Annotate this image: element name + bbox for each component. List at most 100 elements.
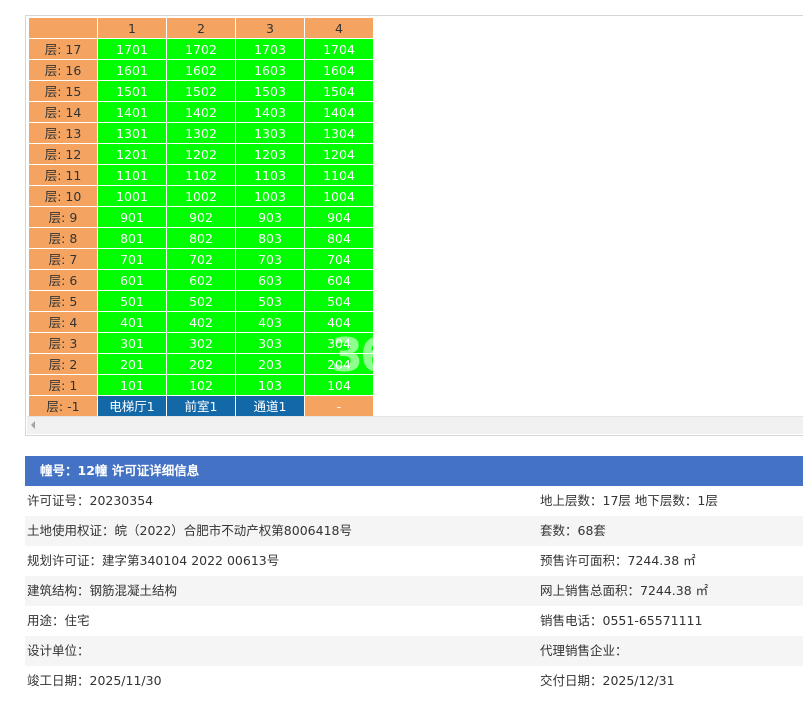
unit-cell[interactable]: 104 — [304, 374, 374, 396]
column-header — [28, 17, 98, 39]
unit-cell[interactable]: 604 — [304, 269, 374, 291]
unit-cell[interactable]: 303 — [235, 332, 305, 354]
unit-cell[interactable]: 203 — [235, 353, 305, 375]
unit-cell[interactable]: 1101 — [97, 164, 167, 186]
unit-cell[interactable]: 1703 — [235, 38, 305, 60]
unit-cell[interactable]: 1103 — [235, 164, 305, 186]
facility-cell[interactable]: 前室1 — [166, 395, 236, 417]
permit-info-row: 许可证号：20230354 地上层数：17层 地下层数：1层 — [25, 486, 803, 516]
unit-cell[interactable]: 401 — [97, 311, 167, 333]
permit-field-right: 代理销售企业： — [540, 643, 628, 658]
unit-cell[interactable]: 1102 — [166, 164, 236, 186]
floor-row: 层: 7 701 702 703 704 — [28, 248, 374, 270]
unit-cell[interactable]: 1301 — [97, 122, 167, 144]
floor-label: 层: 9 — [28, 206, 98, 228]
unit-cell[interactable]: 301 — [97, 332, 167, 354]
unit-cell[interactable]: 802 — [166, 227, 236, 249]
unit-cell[interactable]: 1501 — [97, 80, 167, 102]
facility-cell[interactable]: 通道1 — [235, 395, 305, 417]
column-header: 3 — [235, 17, 305, 39]
unit-cell[interactable]: 1702 — [166, 38, 236, 60]
unit-cell[interactable]: 1201 — [97, 143, 167, 165]
unit-cell[interactable]: 704 — [304, 248, 374, 270]
unit-cell[interactable]: 1403 — [235, 101, 305, 123]
building-table-frame: 1 2 3 4 层: 17 1701 1702 1703 1704 层: 16 1601 1602 16… — [25, 15, 803, 436]
unit-cell[interactable]: 502 — [166, 290, 236, 312]
floor-label: 层: -1 — [28, 395, 98, 417]
unit-cell[interactable]: 1601 — [97, 59, 167, 81]
floor-label: 层: 6 — [28, 269, 98, 291]
unit-cell[interactable]: 304 — [304, 332, 374, 354]
unit-cell[interactable]: 102 — [166, 374, 236, 396]
unit-cell[interactable]: 1402 — [166, 101, 236, 123]
unit-cell[interactable]: 1502 — [166, 80, 236, 102]
unit-cell[interactable]: 1603 — [235, 59, 305, 81]
unit-cell[interactable]: 201 — [97, 353, 167, 375]
unit-cell[interactable]: 603 — [235, 269, 305, 291]
horizontal-scrollbar[interactable] — [27, 416, 803, 434]
unit-cell[interactable]: 903 — [235, 206, 305, 228]
unit-cell[interactable]: 1401 — [97, 101, 167, 123]
unit-cell[interactable]: 1504 — [304, 80, 374, 102]
unit-cell[interactable]: 402 — [166, 311, 236, 333]
floor-row: 层: 5 501 502 503 504 — [28, 290, 374, 312]
unit-cell[interactable]: 504 — [304, 290, 374, 312]
unit-cell[interactable]: 1503 — [235, 80, 305, 102]
floor-label: 层: 13 — [28, 122, 98, 144]
scroll-left-arrow-icon[interactable] — [31, 421, 35, 429]
unit-cell[interactable]: 1604 — [304, 59, 374, 81]
unit-cell[interactable]: 501 — [97, 290, 167, 312]
unit-cell[interactable]: 1302 — [166, 122, 236, 144]
permit-rows: 许可证号：20230354 地上层数：17层 地下层数：1层 土地使用权证：皖（20… — [25, 486, 803, 696]
unit-cell[interactable]: 803 — [235, 227, 305, 249]
floor-row: 层: 9 901 902 903 904 — [28, 206, 374, 228]
permit-field-right: 套数：68套 — [540, 523, 606, 538]
permit-info-row: 竣工日期：2025/11/30 交付日期：2025/12/31 — [25, 666, 803, 696]
unit-cell[interactable]: 1404 — [304, 101, 374, 123]
unit-cell[interactable]: 101 — [97, 374, 167, 396]
unit-cell[interactable]: 204 — [304, 353, 374, 375]
unit-cell[interactable]: 503 — [235, 290, 305, 312]
facility-cell[interactable]: 电梯厅1 — [97, 395, 167, 417]
unit-cell[interactable]: 904 — [304, 206, 374, 228]
unit-cell[interactable]: 403 — [235, 311, 305, 333]
unit-cell[interactable]: 302 — [166, 332, 236, 354]
unit-cell[interactable]: 901 — [97, 206, 167, 228]
unit-cell[interactable]: 804 — [304, 227, 374, 249]
empty-cell: - — [304, 395, 374, 417]
unit-cell[interactable]: 701 — [97, 248, 167, 270]
permit-field-left: 用途：住宅 — [27, 613, 90, 628]
floor-row: 层: 4 401 402 403 404 — [28, 311, 374, 333]
unit-cell[interactable]: 703 — [235, 248, 305, 270]
unit-cell[interactable]: 1704 — [304, 38, 374, 60]
permit-field-left: 规划许可证：建字第340104 2022 00613号 — [27, 553, 280, 568]
unit-cell[interactable]: 103 — [235, 374, 305, 396]
unit-cell[interactable]: 1304 — [304, 122, 374, 144]
unit-cell[interactable]: 902 — [166, 206, 236, 228]
unit-cell[interactable]: 1004 — [304, 185, 374, 207]
floor-row: 层: 12 1201 1202 1203 1204 — [28, 143, 374, 165]
unit-cell[interactable]: 202 — [166, 353, 236, 375]
floor-row: 层: 10 1001 1002 1003 1004 — [28, 185, 374, 207]
table-header-row: 1234 — [28, 17, 374, 39]
unit-cell[interactable]: 1204 — [304, 143, 374, 165]
unit-cell[interactable]: 602 — [166, 269, 236, 291]
unit-cell[interactable]: 601 — [97, 269, 167, 291]
floor-label: 层: 7 — [28, 248, 98, 270]
unit-cell[interactable]: 1104 — [304, 164, 374, 186]
permit-field-right: 销售电话：0551-65571111 — [540, 613, 703, 628]
unit-cell[interactable]: 1303 — [235, 122, 305, 144]
unit-cell[interactable]: 801 — [97, 227, 167, 249]
unit-cell[interactable]: 1701 — [97, 38, 167, 60]
unit-cell[interactable]: 1602 — [166, 59, 236, 81]
floor-label: 层: 12 — [28, 143, 98, 165]
unit-cell[interactable]: 1001 — [97, 185, 167, 207]
unit-cell[interactable]: 702 — [166, 248, 236, 270]
unit-cell[interactable]: 1203 — [235, 143, 305, 165]
unit-cell[interactable]: 404 — [304, 311, 374, 333]
unit-cell[interactable]: 1003 — [235, 185, 305, 207]
unit-cell[interactable]: 1002 — [166, 185, 236, 207]
unit-cell[interactable]: 1202 — [166, 143, 236, 165]
permit-field-right: 交付日期：2025/12/31 — [540, 673, 675, 688]
floor-row: 层: 8 801 802 803 804 — [28, 227, 374, 249]
